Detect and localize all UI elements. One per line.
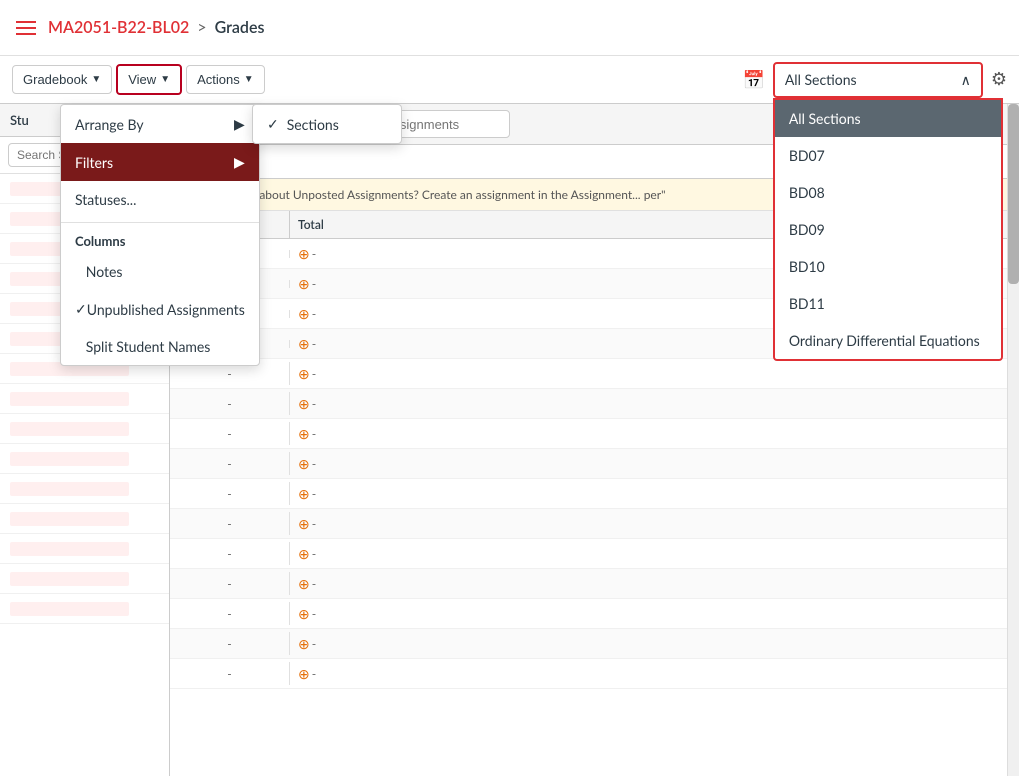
toolbar-right: 📅 All Sections ∧ All Sections BD07 BD08 … [742, 62, 1007, 98]
sections-option-bd07[interactable]: BD07 [775, 137, 1001, 174]
grade-cell-total: ⊕- [290, 361, 390, 387]
grade-cell-pts: - [170, 392, 290, 415]
sections-option-bd11[interactable]: BD11 [775, 285, 1001, 322]
sections-selected-label: All Sections [785, 71, 857, 88]
grade-cell-pts: - [170, 602, 290, 625]
table-row: - ⊕- [170, 659, 1019, 689]
view-statuses[interactable]: Statuses... [61, 181, 259, 218]
list-item [0, 564, 169, 594]
filters-caret: ▶ [234, 153, 245, 171]
grade-cell-total: ⊕- [290, 421, 390, 447]
grade-cell-total: ⊕- [290, 601, 390, 627]
table-row: - ⊕- [170, 569, 1019, 599]
sections-submenu-item[interactable]: ✓ Sections [253, 105, 401, 143]
grade-cell-pts: - [170, 422, 290, 445]
sections-option-bd08[interactable]: BD08 [775, 174, 1001, 211]
grade-cell-total: ⊕- [290, 631, 390, 657]
sections-chevron-up: ∧ [961, 71, 971, 89]
table-row: - ⊕- [170, 599, 1019, 629]
sections-option-bd09[interactable]: BD09 [775, 211, 1001, 248]
grade-cell-total: ⊕- [290, 391, 390, 417]
list-item [0, 504, 169, 534]
list-item [0, 594, 169, 624]
table-row: - ⊕- [170, 629, 1019, 659]
sections-scroll[interactable]: All Sections BD07 BD08 BD09 BD10 BD11 Or… [775, 100, 1001, 359]
grade-cell-total: ⊕- [290, 571, 390, 597]
calendar-icon: 📅 [742, 68, 764, 91]
actions-button[interactable]: Actions ▼ [186, 65, 265, 94]
sections-option-bd10[interactable]: BD10 [775, 248, 1001, 285]
top-bar: MA2051-B22-BL02 > Grades [0, 0, 1019, 56]
list-item [0, 534, 169, 564]
gradebook-caret: ▼ [91, 74, 101, 85]
unpublished-check: ✓ [75, 300, 87, 318]
list-item [0, 414, 169, 444]
arrange-by-caret: ▶ [234, 115, 245, 133]
view-caret: ▼ [160, 74, 170, 85]
grade-cell-pts: - [170, 482, 290, 505]
table-row: - ⊕- [170, 389, 1019, 419]
list-item [0, 384, 169, 414]
grade-cell-total: ⊕- [290, 481, 390, 507]
sections-wrapper: All Sections ∧ All Sections BD07 BD08 BD… [773, 62, 983, 98]
grade-cell-total: ⊕- [290, 271, 390, 297]
view-split-names[interactable]: Split Student Names [61, 328, 259, 365]
table-row: - ⊕- [170, 479, 1019, 509]
grade-cell-total: ⊕- [290, 241, 390, 267]
scrollbar-thumb[interactable] [1008, 104, 1019, 284]
grade-cell-pts: - [170, 572, 290, 595]
view-arrange-by[interactable]: Arrange By ▶ [61, 105, 259, 143]
breadcrumb-page: Grades [215, 18, 265, 37]
right-scrollbar[interactable] [1007, 104, 1019, 776]
grade-cell-total: ⊕- [290, 301, 390, 327]
sections-select[interactable]: All Sections ∧ [773, 62, 983, 98]
view-unpublished[interactable]: ✓ Unpublished Assignments [61, 290, 259, 328]
grade-cell-pts: - [170, 662, 290, 685]
grade-cell-total: ⊕- [290, 511, 390, 537]
sections-option-all[interactable]: All Sections [775, 100, 1001, 137]
breadcrumb-course[interactable]: MA2051-B22-BL02 [48, 18, 189, 37]
breadcrumb: MA2051-B22-BL02 > Grades [48, 18, 264, 37]
table-row: - ⊕- [170, 419, 1019, 449]
table-row: - ⊕- [170, 449, 1019, 479]
table-row: - ⊕- [170, 359, 1019, 389]
breadcrumb-separator: > [197, 18, 206, 37]
grade-cell-pts: - [170, 632, 290, 655]
list-item [0, 474, 169, 504]
columns-header: Columns [61, 227, 259, 253]
grade-cell-total: ⊕- [290, 541, 390, 567]
toolbar: Gradebook ▼ View ▼ Actions ▼ 📅 All Secti… [0, 56, 1019, 104]
table-row: - ⊕- [170, 539, 1019, 569]
sections-check-icon: ✓ [267, 115, 279, 133]
view-dropdown: Arrange By ▶ Filters ▶ Statuses... Colum… [60, 104, 260, 366]
sections-submenu: ✓ Sections [252, 104, 402, 144]
col-header-total: Total [290, 211, 390, 238]
grade-cell-pts: - [170, 452, 290, 475]
grade-cell-pts: - [170, 512, 290, 535]
view-filters[interactable]: Filters ▶ [61, 143, 259, 181]
table-row: - ⊕- [170, 509, 1019, 539]
grade-cell-pts: - [170, 542, 290, 565]
sections-dropdown: All Sections BD07 BD08 BD09 BD10 BD11 Or… [773, 98, 1003, 361]
view-notes[interactable]: Notes [61, 253, 259, 290]
gear-button[interactable]: ⚙ [991, 69, 1007, 90]
list-item [0, 444, 169, 474]
grade-cell-total: ⊕- [290, 661, 390, 687]
divider-1 [61, 222, 259, 223]
gradebook-button[interactable]: Gradebook ▼ [12, 65, 112, 94]
sections-option-ode[interactable]: Ordinary Differential Equations [775, 322, 1001, 359]
hamburger-menu[interactable] [16, 21, 36, 35]
actions-caret: ▼ [244, 74, 254, 85]
grade-cell-total: ⊕- [290, 331, 390, 357]
view-button[interactable]: View ▼ [116, 64, 182, 95]
grade-cell-total: ⊕- [290, 451, 390, 477]
